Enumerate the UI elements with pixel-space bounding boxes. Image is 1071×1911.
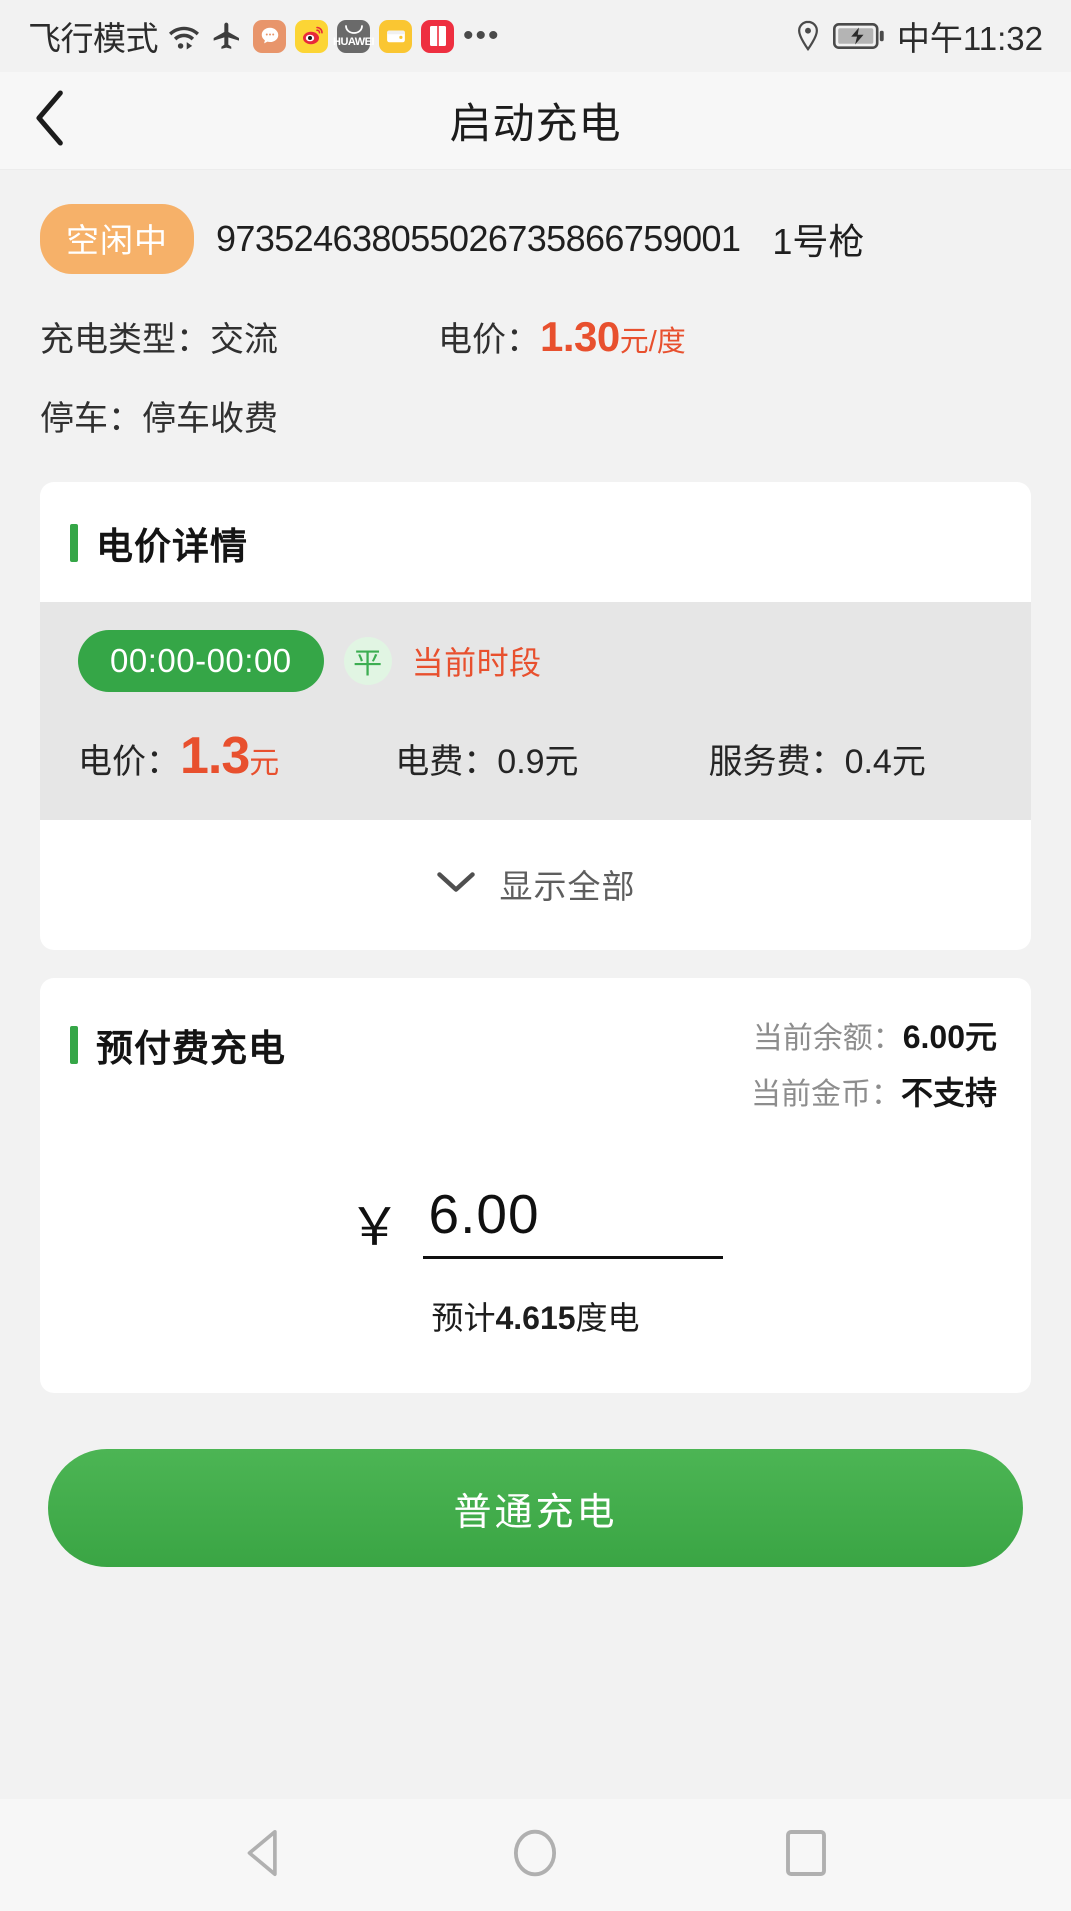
huawei-app-icon: HUAWEI <box>333 19 375 53</box>
current-period-row[interactable]: 00:00-00:00 平 当前时段 电价： 1.3 元 电费： 0.9元 服务… <box>40 602 1031 820</box>
price-detail-header: 电价详情 <box>40 482 1031 602</box>
prepaid-card: 预付费充电 当前余额： 6.00元 当前金币： 不支持 ￥ 6.00 预计4.6… <box>40 978 1031 1393</box>
parking-label: 停车： <box>40 400 142 438</box>
show-all-label: 显示全部 <box>499 868 636 905</box>
amount-area: ￥ 6.00 预计4.615度电 <box>40 1114 1031 1393</box>
accent-bar-icon <box>70 1026 78 1064</box>
unit-price-unit: 元 <box>249 747 280 780</box>
wallet-app-icon <box>379 19 412 53</box>
app-screen: 飞行模式 HUAWEI ••• 中午11:32 启动充电 空闲中 9735246… <box>0 0 1071 1911</box>
chat-app-icon <box>253 19 286 53</box>
prepaid-title: 预付费充电 <box>96 1028 286 1069</box>
coin-row: 当前金币： 不支持 <box>751 1068 997 1114</box>
device-number: 973524638055026735866759001 <box>216 218 741 259</box>
price-unit: 元/度 <box>619 326 686 358</box>
coin-label: 当前金币： <box>750 1078 901 1111</box>
start-normal-charging-button[interactable]: 普通充电 <box>48 1449 1023 1567</box>
price-value: 1.30 <box>540 313 620 360</box>
status-bar: 飞行模式 HUAWEI ••• 中午11:32 <box>0 0 1071 72</box>
prepaid-meta: 当前余额： 6.00元 当前金币： 不支持 <box>751 1012 997 1114</box>
weibo-app-icon <box>295 19 328 53</box>
balance-label: 当前余额： <box>752 1022 903 1055</box>
wifi-icon <box>167 21 201 51</box>
price-detail-card: 电价详情 00:00-00:00 平 当前时段 电价： 1.3 元 电费： 0.… <box>40 482 1031 950</box>
battery-charging-icon <box>832 21 885 51</box>
status-bar-left: 飞行模式 HUAWEI ••• <box>28 12 795 60</box>
price-group: 电价： 1.30 元/度 <box>438 312 686 361</box>
amount-row: ￥ 6.00 <box>348 1182 723 1259</box>
current-period-label: 当前时段 <box>411 645 542 681</box>
electric-fee-label: 电费： <box>395 743 498 781</box>
prepaid-title-group: 预付费充电 <box>70 1012 751 1072</box>
balance-row: 当前余额： 6.00元 <box>751 1012 997 1058</box>
nav-back-button[interactable] <box>220 1810 310 1900</box>
book-app-icon <box>421 19 454 53</box>
period-fees: 电价： 1.3 元 电费： 0.9元 服务费： 0.4元 <box>78 726 993 786</box>
device-id-row: 空闲中 973524638055026735866759001 1号枪 <box>40 204 1031 274</box>
nav-recents-button[interactable] <box>761 1810 851 1900</box>
device-info-section: 空闲中 973524638055026735866759001 1号枪 充电类型… <box>0 170 1071 454</box>
electric-fee-cell: 电费： 0.9元 <box>395 734 578 783</box>
chevron-down-icon <box>436 870 476 899</box>
system-nav-bar <box>0 1799 1071 1911</box>
price-detail-title: 电价详情 <box>96 526 248 567</box>
estimate-text: 预计4.615度电 <box>431 1293 639 1339</box>
coin-value: 不支持 <box>900 1075 997 1111</box>
show-all-button[interactable]: 显示全部 <box>40 820 1031 950</box>
price-label: 电价： <box>438 321 540 359</box>
estimate-value: 4.615 <box>495 1300 576 1336</box>
airplane-icon <box>210 20 244 52</box>
charge-type-value: 交流 <box>210 321 278 359</box>
currency-symbol-icon: ￥ <box>348 1199 401 1258</box>
accent-bar-icon <box>70 524 78 562</box>
prepaid-header: 预付费充电 当前余额： 6.00元 当前金币： 不支持 <box>40 978 1031 1114</box>
status-badge: 空闲中 <box>40 204 194 274</box>
period-time-pill: 00:00-00:00 <box>78 630 324 692</box>
balance-value: 6.00元 <box>902 1019 997 1055</box>
clock-label: 中午11:32 <box>896 20 1043 57</box>
nav-home-button[interactable] <box>490 1810 580 1900</box>
service-fee-cell: 服务费： 0.4元 <box>709 734 926 783</box>
triangle-back-icon <box>243 1829 287 1882</box>
airplane-mode-label: 飞行模式 <box>28 20 159 57</box>
period-type-badge: 平 <box>343 637 392 685</box>
parking-row: 停车： 停车收费 <box>40 391 1031 440</box>
huawei-label: HUAWEI <box>333 36 375 48</box>
charge-type-row: 充电类型： 交流 电价： 1.30 元/度 <box>40 312 1031 361</box>
page-title: 启动充电 <box>449 100 622 147</box>
circle-home-icon <box>511 1828 559 1883</box>
gun-label: 1号枪 <box>772 221 865 262</box>
parking-value: 停车收费 <box>142 400 278 438</box>
square-recents-icon <box>785 1829 827 1882</box>
estimate-suffix: 度电 <box>575 1300 640 1336</box>
unit-price-value: 1.3 <box>180 727 250 785</box>
unit-price-label: 电价： <box>78 743 180 781</box>
status-bar-right: 中午11:32 <box>795 12 1043 60</box>
period-top: 00:00-00:00 平 当前时段 <box>78 630 993 692</box>
service-fee-label: 服务费： <box>708 743 845 781</box>
estimate-prefix: 预计 <box>431 1300 496 1336</box>
unit-price-cell: 电价： 1.3 元 <box>78 726 279 786</box>
electric-fee-value: 0.9元 <box>497 743 579 781</box>
more-dots-icon: ••• <box>463 19 501 52</box>
service-fee-value: 0.4元 <box>844 743 926 781</box>
page-header: 启动充电 <box>0 72 1071 170</box>
amount-input[interactable]: 6.00 <box>422 1182 723 1259</box>
location-pin-icon <box>795 20 821 52</box>
charge-type-label: 充电类型： <box>40 321 210 359</box>
